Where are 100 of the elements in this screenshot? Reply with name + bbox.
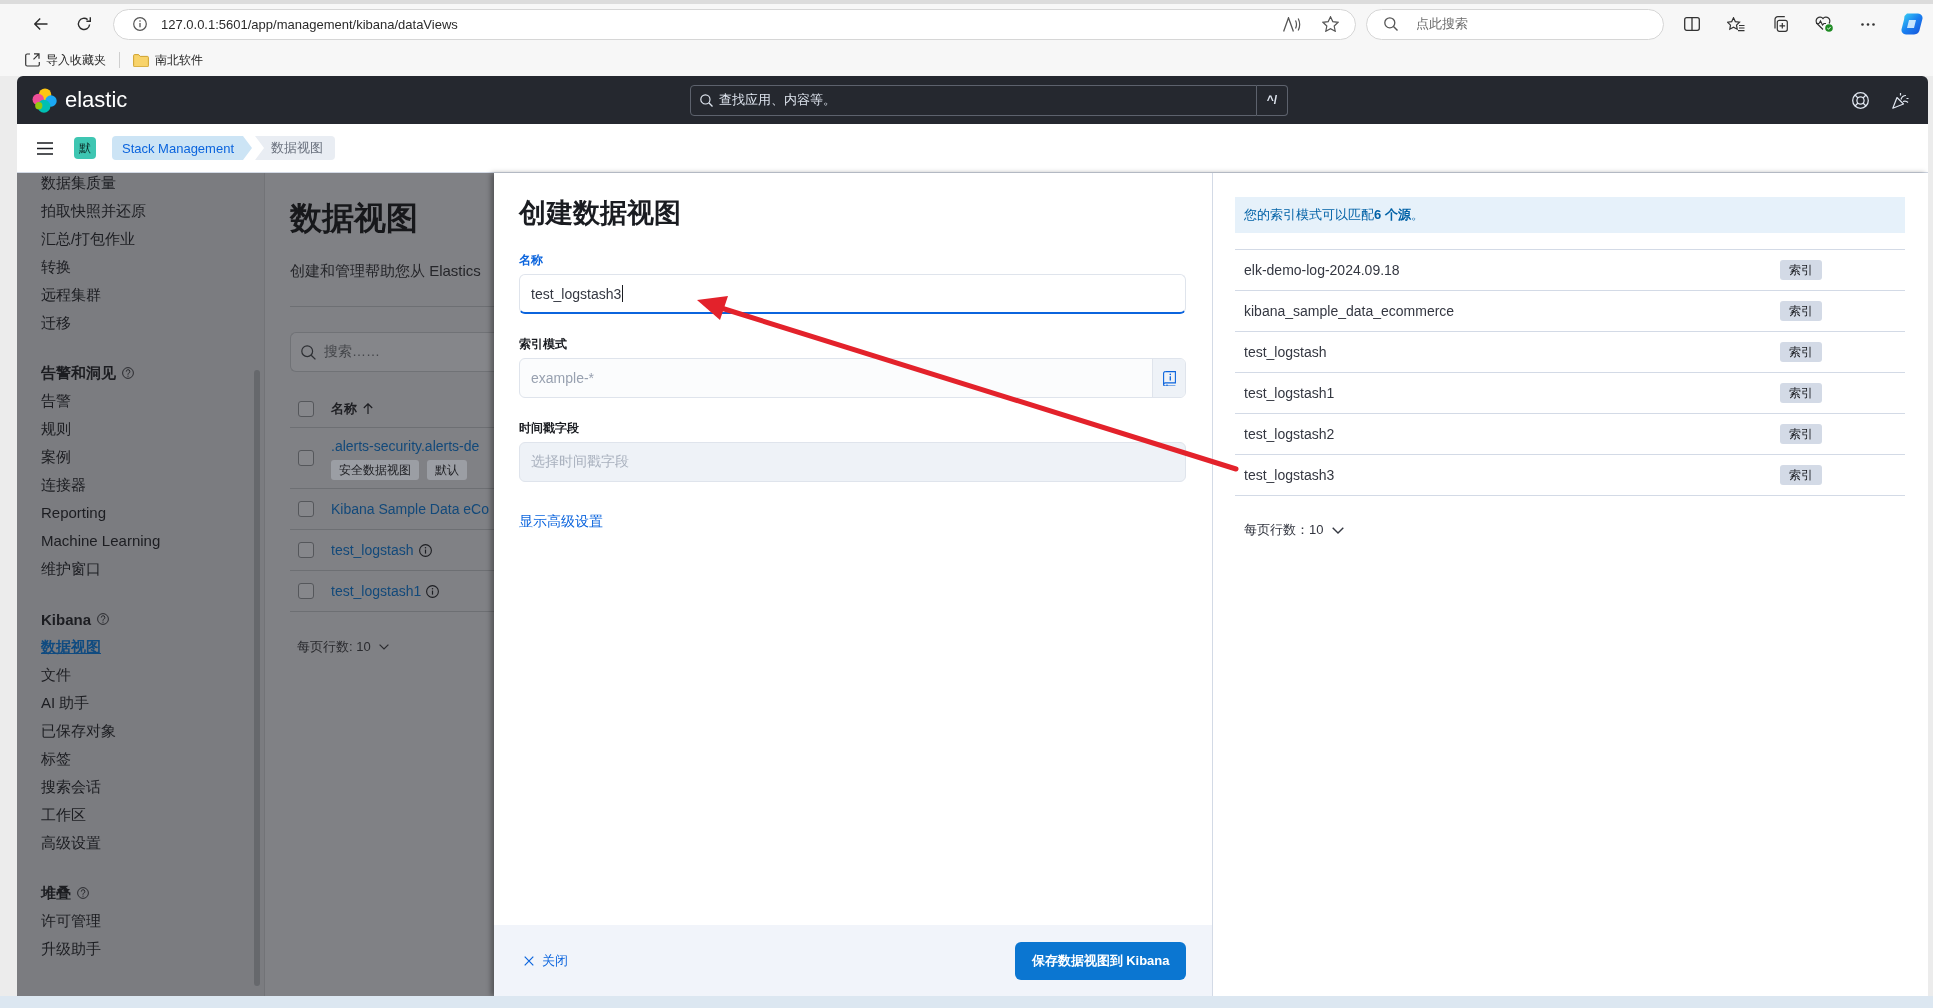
search-icon <box>301 344 316 360</box>
info-icon[interactable] <box>418 543 432 557</box>
save-button[interactable]: 保存数据视图到 Kibana <box>1015 941 1186 980</box>
row-checkbox[interactable] <box>298 583 314 599</box>
browser-search-field[interactable]: 点此搜索 <box>1366 8 1664 40</box>
advanced-settings-link[interactable]: 显示高级设置 <box>519 512 603 530</box>
source-name: test_logstash1 <box>1243 385 1335 401</box>
nav-section-title: 堆叠 <box>41 883 71 903</box>
address-bar[interactable]: 127.0.0.1:5601/app/management/kibana/dataViews <box>113 8 1356 40</box>
source-name: kibana_sample_data_ecommerce <box>1243 303 1455 319</box>
nav-item[interactable]: 规则 <box>41 415 71 443</box>
nav-section-title: Kibana <box>41 610 91 628</box>
source-name: test_logstash <box>1243 344 1327 360</box>
nav-item[interactable]: 已保存对象 <box>41 717 116 745</box>
folder-icon <box>133 53 149 67</box>
source-type-badge: 索引 <box>1780 424 1822 444</box>
page-description: 创建和管理帮助您从 Elastics <box>290 261 482 281</box>
lifebuoy-icon <box>1851 91 1869 109</box>
nav-item[interactable]: Reporting <box>41 499 107 527</box>
source-type-badge: 索引 <box>1780 465 1822 485</box>
nav-item[interactable]: 拍取快照并还原 <box>41 197 146 225</box>
nav-item[interactable]: 升级助手 <box>41 935 101 963</box>
nav-item[interactable]: 汇总/打包作业 <box>41 225 136 253</box>
nav-item[interactable]: 告警 <box>41 387 71 415</box>
nav-item[interactable]: 迁移 <box>41 309 71 337</box>
read-aloud-icon[interactable] <box>1283 16 1301 32</box>
nav-item[interactable]: 维护窗口 <box>41 555 101 583</box>
data-view-link[interactable]: .alerts-security.alerts-de <box>331 438 480 454</box>
nav-item[interactable]: 案例 <box>41 443 71 471</box>
url-text: 127.0.0.1:5601/app/management/kibana/dataViews <box>161 16 458 32</box>
help-icon <box>77 887 89 899</box>
breadcrumb[interactable]: 数据视图 <box>255 136 335 160</box>
party-popper-icon <box>1891 91 1909 109</box>
source-name: elk-demo-log-2024.09.18 <box>1243 262 1400 278</box>
space-avatar[interactable]: 默 <box>74 137 96 159</box>
nav-item[interactable]: 远程集群 <box>41 281 101 309</box>
import-favorites-icon <box>25 53 40 67</box>
bookmark-link[interactable]: 导入收藏夹 <box>25 48 106 72</box>
field-label: 索引模式 <box>519 336 567 352</box>
nav-item[interactable]: 连接器 <box>41 471 86 499</box>
source-type-badge: 索引 <box>1780 260 1822 280</box>
close-icon <box>524 955 534 966</box>
nav-item[interactable]: 文件 <box>41 661 71 689</box>
nav-item[interactable]: 许可管理 <box>41 907 101 935</box>
nav-item[interactable]: Machine Learning <box>41 527 161 555</box>
page-title: 数据视图 <box>290 199 419 237</box>
elastic-logo-icon[interactable] <box>32 87 57 113</box>
data-view-link[interactable]: Kibana Sample Data eCo <box>331 501 489 517</box>
bookmark-link[interactable]: 南北软件 <box>133 48 203 72</box>
select-all-checkbox[interactable] <box>298 400 314 417</box>
global-search-field[interactable]: 查找应用、内容等。 <box>690 84 1257 116</box>
match-callout: 您的索引模式可以匹配6 个源。 <box>1235 197 1905 233</box>
info-icon[interactable] <box>133 17 147 31</box>
search-icon <box>700 93 713 107</box>
more-icon <box>1861 22 1875 26</box>
search-field[interactable]: 搜索…… <box>290 332 494 372</box>
copilot-icon <box>1901 13 1923 35</box>
column-header[interactable]: 名称 <box>331 399 357 418</box>
logo-text[interactable]: elastic <box>65 87 128 113</box>
chevron-down-icon <box>1332 526 1345 534</box>
row-checkbox[interactable] <box>298 542 314 558</box>
name-input[interactable]: test_logstash3 <box>519 274 1186 314</box>
keyboard-shortcut: ^/ <box>1257 84 1288 116</box>
flyout-title: 创建数据视图 <box>519 197 681 229</box>
nav-section-title: 告警和洞见 <box>41 363 116 383</box>
help-book-button[interactable] <box>1152 359 1185 397</box>
star-icon[interactable] <box>1322 16 1339 32</box>
book-info-icon <box>1162 370 1176 386</box>
nav-item[interactable]: 搜索会话 <box>41 773 101 801</box>
nav-item[interactable]: 数据视图 <box>41 633 101 661</box>
source-type-badge: 索引 <box>1780 342 1822 362</box>
rows-per-page-button[interactable]: 每页行数: 10 <box>297 637 389 657</box>
source-name: test_logstash3 <box>1243 467 1335 483</box>
info-icon[interactable] <box>426 584 440 598</box>
data-view-link[interactable]: test_logstash <box>331 542 414 558</box>
help-icon <box>97 613 109 625</box>
back-arrow-icon <box>34 18 48 30</box>
nav-item[interactable]: 数据集质量 <box>41 173 116 197</box>
data-view-link[interactable]: test_logstash1 <box>331 583 422 599</box>
nav-item[interactable]: 工作区 <box>41 801 86 829</box>
close-button[interactable]: 关闭 <box>524 948 568 973</box>
chevron-down-icon <box>378 644 389 650</box>
nav-item[interactable]: 标签 <box>41 745 71 773</box>
nav-item[interactable]: AI 助手 <box>41 689 90 717</box>
source-name: test_logstash2 <box>1243 426 1335 442</box>
source-type-badge: 索引 <box>1780 301 1822 321</box>
row-checkbox[interactable] <box>298 501 314 517</box>
split-screen-icon <box>1684 17 1700 31</box>
field-label: 时间戳字段 <box>519 420 579 436</box>
text-cursor-icon <box>622 285 624 302</box>
rows-per-page-button[interactable]: 每页行数：10 <box>1244 519 1345 541</box>
badge: 安全数据视图 <box>331 460 419 480</box>
search-icon <box>1384 17 1398 31</box>
row-checkbox[interactable] <box>298 450 314 466</box>
breadcrumb[interactable]: Stack Management <box>112 136 252 160</box>
nav-item[interactable]: 转换 <box>41 253 71 281</box>
index-pattern-input[interactable]: example-* <box>519 358 1186 398</box>
reload-icon <box>77 17 91 31</box>
heart-pulse-icon <box>1815 16 1833 32</box>
nav-item[interactable]: 高级设置 <box>41 829 101 857</box>
